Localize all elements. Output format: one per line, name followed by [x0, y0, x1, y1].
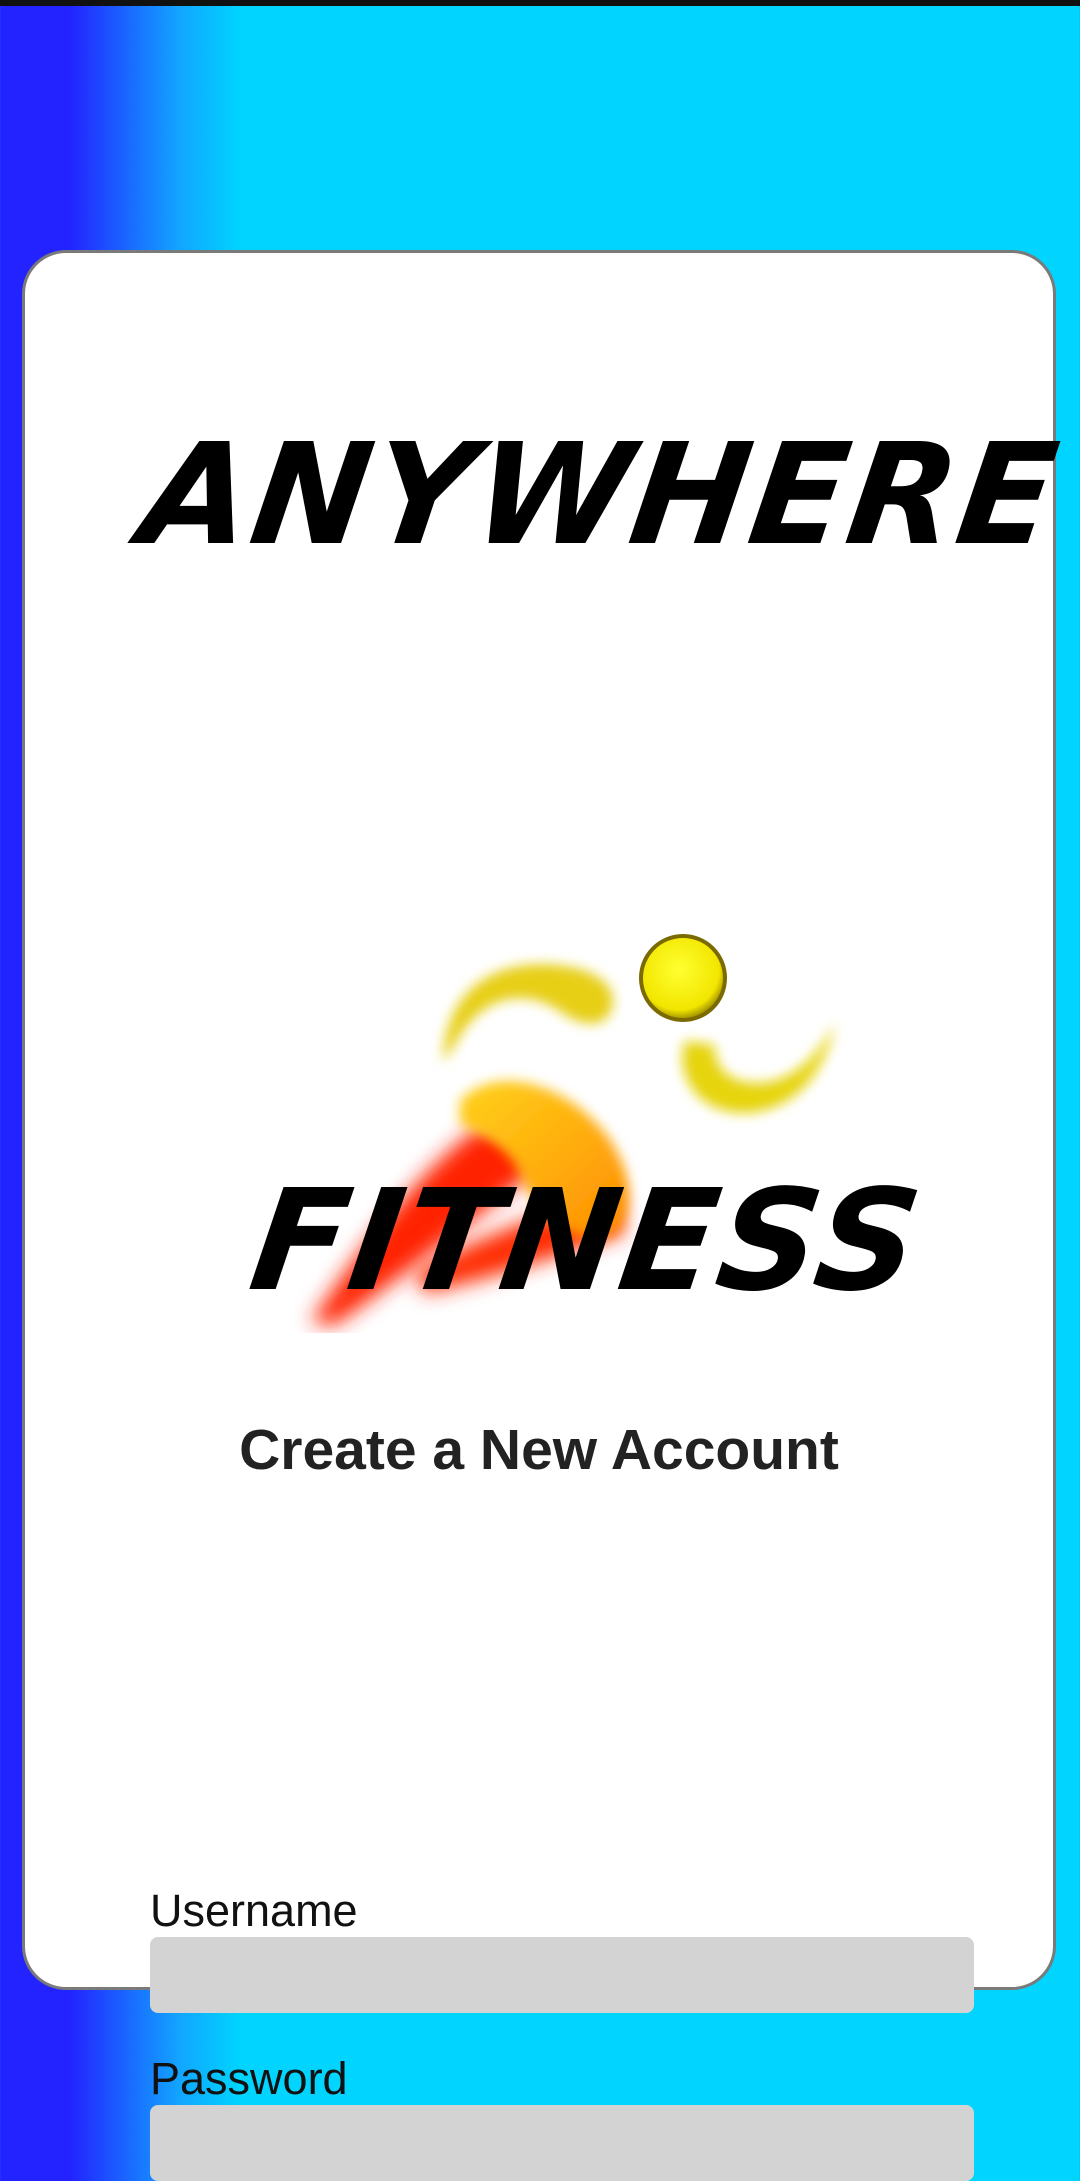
page-title: Create a New Account [239, 1418, 839, 1482]
top-edge-bar [0, 0, 1080, 6]
username-label: Username [150, 1885, 358, 1936]
brand-title-top: ANYWHERE [131, 414, 1069, 577]
brand-title-bottom: FITNESS [241, 1160, 932, 1323]
signup-card: ANYWHERE FITNESS Create a New Account Us… [22, 250, 1068, 2181]
password-label: Password [150, 2053, 348, 2104]
password-input[interactable] [150, 2105, 974, 2181]
username-input[interactable] [150, 1937, 974, 2013]
